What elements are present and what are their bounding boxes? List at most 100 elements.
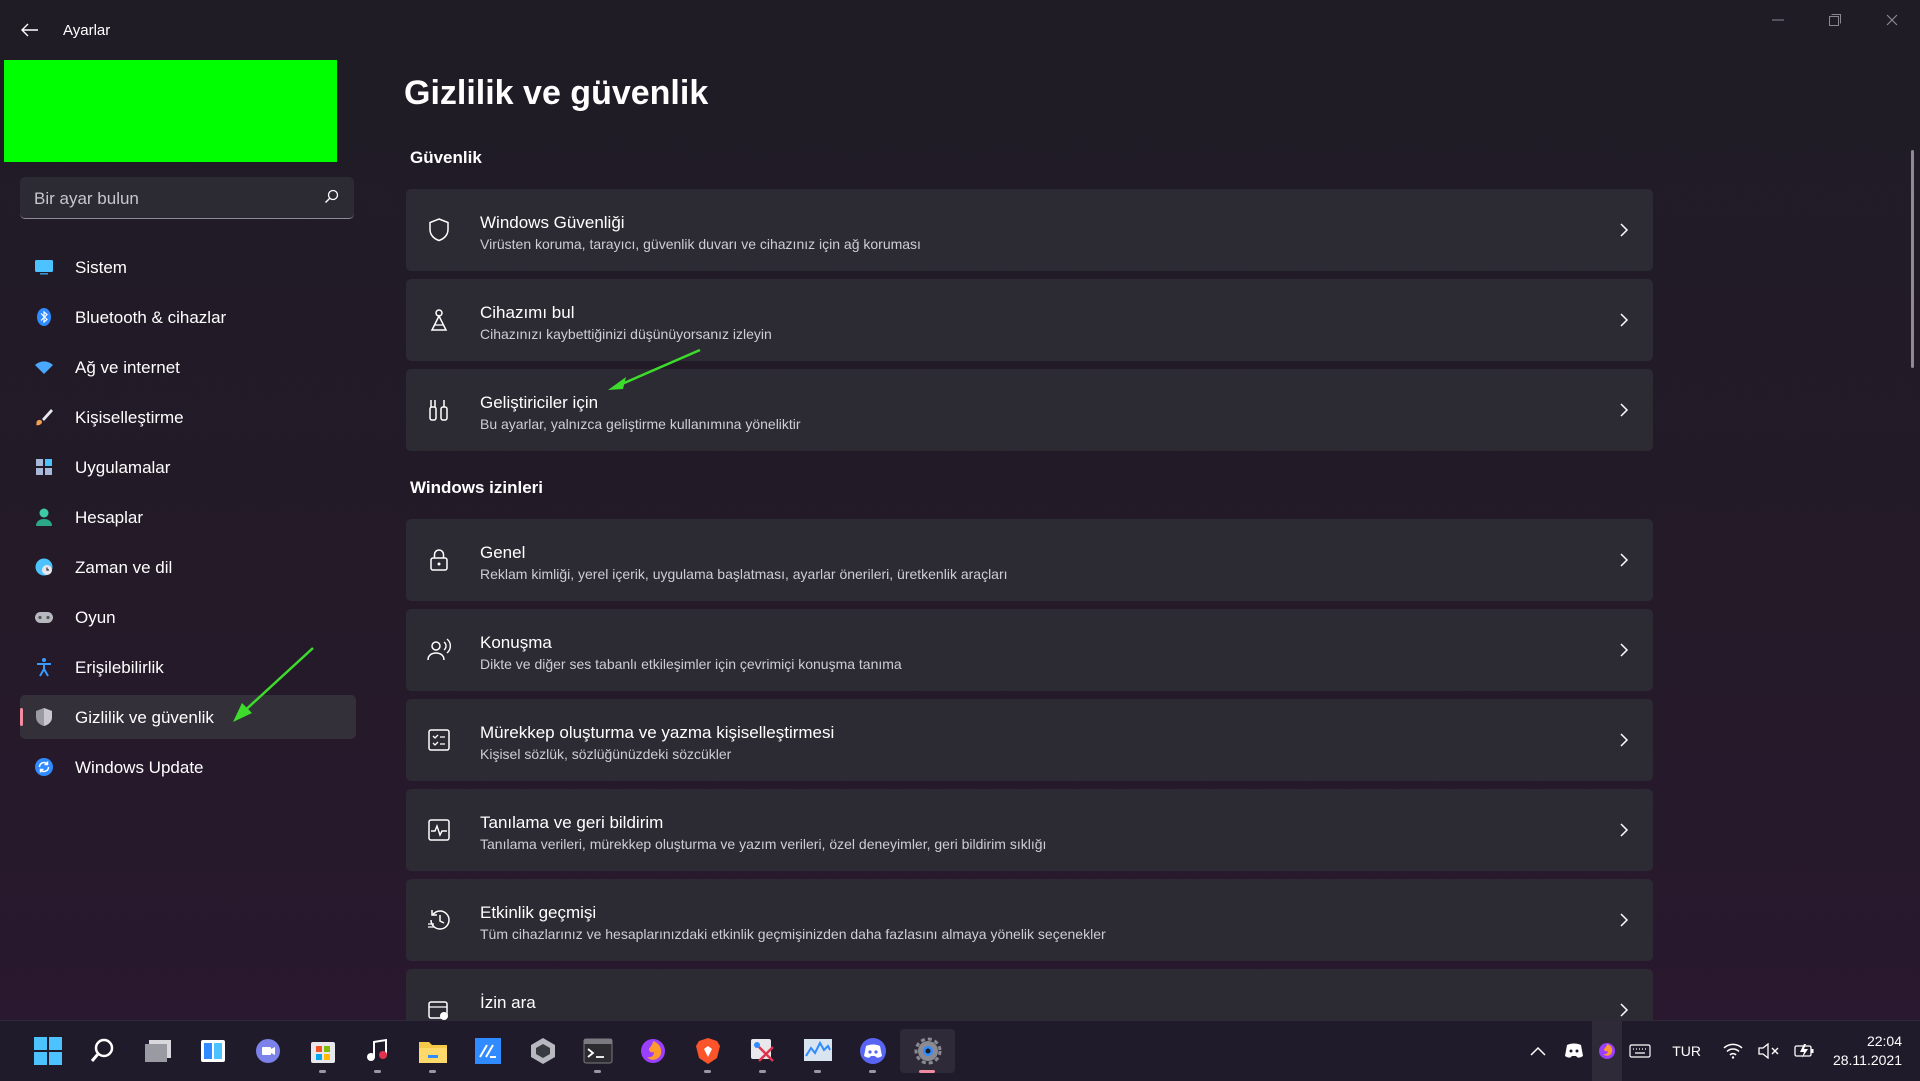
card-description: Dikte ve diğer ses tabanlı etkileşimler … — [480, 656, 902, 672]
taskbar-start[interactable] — [20, 1029, 75, 1073]
store-icon — [310, 1042, 335, 1063]
taskbar-chat[interactable] — [240, 1029, 295, 1073]
search-icon — [325, 189, 339, 203]
search-input[interactable]: Bir ayar bulun — [20, 177, 354, 219]
taskbar-discord[interactable] — [845, 1029, 900, 1073]
accessibility-icon — [37, 658, 51, 677]
taskbar-settings[interactable] — [900, 1029, 955, 1073]
running-indicator — [759, 1070, 766, 1073]
taskbar-terminal[interactable] — [570, 1029, 625, 1073]
taskbar-store[interactable] — [295, 1029, 350, 1073]
brave-icon — [695, 1038, 720, 1064]
keyboard-icon — [1629, 1044, 1651, 1058]
settings-card-speech[interactable]: Konuşma Dikte ve diğer ses tabanlı etkil… — [406, 609, 1653, 691]
settings-card-general[interactable]: Genel Reklam kimliği, yerel içerik, uygu… — [406, 519, 1653, 601]
search-placeholder: Bir ayar bulun — [34, 189, 139, 208]
minimize-icon — [1771, 19, 1784, 21]
taskbar-task-view[interactable] — [130, 1029, 185, 1073]
close-button[interactable] — [1863, 0, 1920, 40]
tray-discord[interactable] — [1559, 1036, 1589, 1066]
chevron-right-icon — [1620, 733, 1629, 747]
card-description: Virüsten koruma, tarayıcı, güvenlik duva… — [480, 236, 921, 252]
history-icon — [428, 910, 450, 930]
sidebar-item-bluetooth[interactable]: Bluetooth & cihazlar — [20, 295, 356, 339]
back-button[interactable] — [18, 18, 42, 42]
card-title: Windows Güvenliği — [480, 213, 625, 232]
brush-icon — [36, 409, 53, 426]
sidebar-item-privacy-security[interactable]: Gizlilik ve güvenlik — [20, 695, 356, 739]
settings-card-inking-typing[interactable]: Mürekkep oluşturma ve yazma kişiselleşti… — [406, 699, 1653, 781]
chevron-right-icon — [1620, 823, 1629, 837]
taskbar-firefox[interactable] — [625, 1029, 680, 1073]
monitor-icon — [35, 260, 53, 275]
sidebar-item-gaming[interactable]: Oyun — [20, 595, 356, 639]
taskbar-clock[interactable]: 22:04 28.11.2021 — [1833, 1032, 1902, 1070]
scrollbar-thumb[interactable] — [1911, 150, 1914, 368]
wifi-icon — [1723, 1043, 1743, 1059]
file-explorer-icon — [418, 1042, 447, 1063]
widgets-icon — [200, 1040, 225, 1062]
settings-card-windows-security[interactable]: Windows Güvenliği Virüsten koruma, taray… — [406, 189, 1653, 271]
show-hidden-icons-button[interactable] — [1523, 1036, 1553, 1066]
sidebar-item-accounts[interactable]: Hesaplar — [20, 495, 356, 539]
settings-card-diagnostics[interactable]: Tanılama ve geri bildirim Tanılama veril… — [406, 789, 1653, 871]
taskbar-file-explorer[interactable] — [405, 1029, 460, 1073]
running-indicator — [319, 1070, 326, 1073]
tray-firefox[interactable] — [1592, 1021, 1623, 1081]
task-view-icon — [144, 1040, 171, 1062]
firefox-icon — [1599, 1043, 1616, 1059]
taskbar-widgets[interactable] — [185, 1029, 240, 1073]
taskbar-vscode[interactable] — [460, 1029, 515, 1073]
card-description: Tanılama verileri, mürekkep oluşturma ve… — [480, 836, 1047, 852]
battery-charging-icon — [1794, 1044, 1814, 1058]
running-indicator — [704, 1070, 711, 1073]
resource-monitor-icon — [803, 1039, 832, 1061]
sidebar-item-apps[interactable]: Uygulamalar — [20, 445, 356, 489]
settings-card-activity-history[interactable]: Etkinlik geçmişi Tüm cihazlarınız ve hes… — [406, 879, 1653, 961]
tray-volume[interactable] — [1754, 1036, 1784, 1066]
tray-network[interactable] — [1718, 1036, 1748, 1066]
restore-button[interactable] — [1806, 0, 1863, 40]
taskbar-music[interactable] — [350, 1029, 405, 1073]
sidebar-item-label: Oyun — [75, 608, 116, 627]
touch-keyboard-button[interactable] — [1625, 1036, 1655, 1066]
input-language[interactable]: TUR — [1672, 1043, 1701, 1059]
card-description: Cihazınızı kaybettiğinizi düşünüyorsanız… — [480, 326, 772, 342]
taskbar-snipping-tool[interactable] — [735, 1029, 790, 1073]
globe-clock-icon — [35, 558, 53, 576]
running-indicator — [594, 1070, 601, 1073]
unity-icon — [530, 1038, 555, 1064]
apps-icon — [36, 459, 52, 475]
find-device-icon — [430, 309, 448, 331]
sidebar-item-personalization[interactable]: Kişiselleştirme — [20, 395, 356, 439]
taskbar-brave[interactable] — [680, 1029, 735, 1073]
settings-card-search-permissions[interactable]: İzin ara — [406, 969, 1653, 1020]
shield-icon — [36, 708, 52, 726]
settings-card-for-developers[interactable]: Geliştiriciler için Bu ayarlar, yalnızca… — [406, 369, 1653, 451]
bluetooth-icon — [37, 308, 51, 326]
sidebar-item-network[interactable]: Ağ ve internet — [20, 345, 356, 389]
app-title: Ayarlar — [63, 22, 111, 39]
sidebar-item-time-language[interactable]: Zaman ve dil — [20, 545, 356, 589]
taskbar-search[interactable] — [75, 1029, 130, 1073]
running-indicator — [869, 1070, 876, 1073]
card-title: Geliştiriciler için — [480, 393, 599, 412]
diagnostics-icon — [428, 819, 450, 841]
minimize-button[interactable] — [1749, 0, 1806, 40]
terminal-icon — [583, 1038, 612, 1064]
search-icon — [90, 1038, 113, 1062]
discord-icon — [1565, 1043, 1584, 1058]
chevron-right-icon — [1620, 1003, 1629, 1017]
sidebar-item-label: Sistem — [75, 258, 127, 277]
sidebar-item-accessibility[interactable]: Erişilebilirlik — [20, 645, 356, 689]
sidebar-item-windows-update[interactable]: Windows Update — [20, 745, 356, 789]
card-title: Etkinlik geçmişi — [480, 903, 597, 922]
taskbar-unity[interactable] — [515, 1029, 570, 1073]
music-icon — [366, 1038, 387, 1061]
settings-card-find-my-device[interactable]: Cihazımı bul Cihazınızı kaybettiğinizi d… — [406, 279, 1653, 361]
taskbar-resource-monitor[interactable] — [790, 1029, 845, 1073]
sidebar-item-label: Erişilebilirlik — [75, 658, 164, 677]
tray-battery[interactable] — [1790, 1036, 1820, 1066]
sidebar-item-sistem[interactable]: Sistem — [20, 245, 356, 289]
page-title: Gizlilik ve güvenlik — [404, 74, 709, 112]
